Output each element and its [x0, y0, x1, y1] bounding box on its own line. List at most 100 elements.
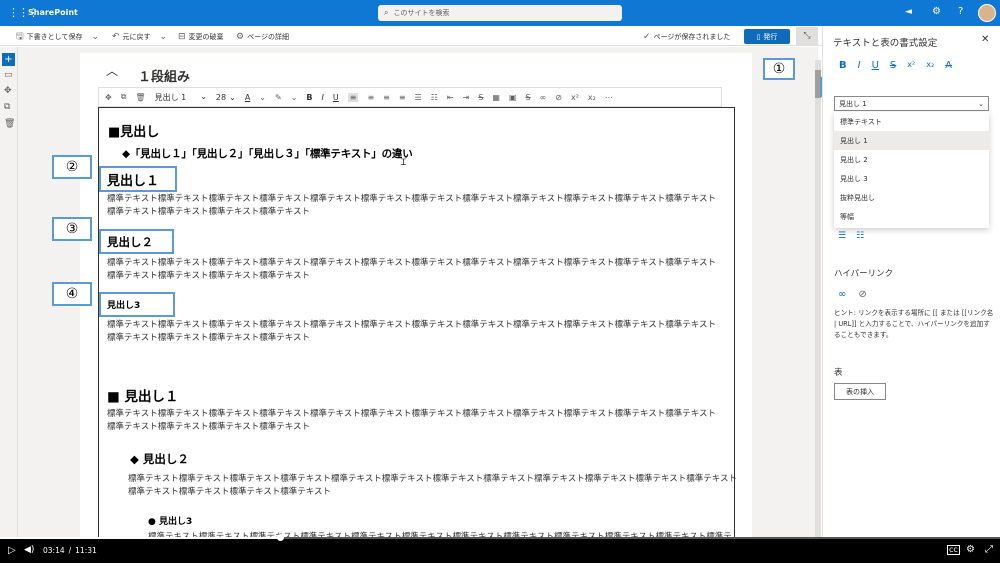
style-dropdown[interactable]: 見出し 1 ⌄	[155, 92, 207, 103]
scrollbar[interactable]	[815, 60, 821, 538]
discard-label: 変更の破棄	[188, 33, 224, 41]
style-value: 見出し 1	[154, 92, 187, 102]
progress-fill	[0, 537, 280, 539]
strikethrough-alt-icon[interactable]: S	[526, 93, 531, 102]
option-heading2[interactable]: 見出し 2	[834, 150, 989, 169]
hyperlink-icons: ∞ ⊘	[838, 289, 867, 300]
align-right-icon[interactable]: ≡	[383, 93, 390, 102]
bullet-list-icon[interactable]: ☰	[838, 231, 846, 241]
save-draft-label: 下書きとして保存	[26, 33, 83, 41]
time-separator: /	[68, 546, 72, 555]
help-icon[interactable]: ?	[958, 6, 963, 17]
superscript-icon[interactable]: x²	[907, 60, 915, 71]
bold-icon[interactable]: B	[839, 60, 847, 71]
option-normal[interactable]: 標準テキスト	[834, 112, 989, 131]
strikethrough-icon[interactable]: S	[478, 93, 483, 102]
font-style-select[interactable]: 見出し 1 ⌄	[834, 96, 989, 111]
suite-header: ⋮⋮⋮ SharePoint ⌕ このサイトを検索 ◄ ⚙ ?	[0, 0, 1000, 26]
chevron-down-icon[interactable]: ⌄	[91, 32, 99, 42]
justify-icon[interactable]: ≡	[399, 93, 406, 102]
video-player-bar: ▷ ◀) 03:14/11:31 cc ⚙ ⤢	[0, 534, 1000, 563]
option-pullquote[interactable]: 抜粋見出し	[834, 188, 989, 207]
subscript-icon[interactable]: x₂	[926, 60, 934, 71]
option-heading3[interactable]: 見出し 3	[834, 169, 989, 188]
highlight-icon[interactable]: ✎	[275, 93, 282, 102]
edit-rail: + ▭ ✥ ⧉ 🗑	[0, 47, 18, 538]
discard-button[interactable]: ⊟ 変更の破棄	[178, 32, 224, 42]
indent-icon[interactable]: ⇥	[463, 93, 470, 102]
duplicate-icon[interactable]: ⧉	[121, 92, 127, 102]
fullscreen-icon[interactable]: ⤢	[985, 544, 993, 555]
move-icon[interactable]: ✥	[105, 93, 112, 102]
callout-h2: 見出し２	[99, 229, 174, 254]
heading-sub: ◆「見出し１」「見出し２」「見出し３」「標準テキスト」の違い	[122, 148, 413, 160]
insert-table-button[interactable]: 表の挿入	[834, 383, 886, 400]
unlink-icon[interactable]: ⊘	[555, 93, 562, 102]
font-style-value: 見出し 1	[839, 99, 867, 108]
collapse-section-icon[interactable]: ︿	[106, 62, 118, 79]
section-title: １段組み	[138, 70, 191, 85]
table-icon[interactable]: ▦	[492, 93, 500, 102]
underline-icon[interactable]: U	[333, 93, 339, 102]
bold-icon[interactable]: B	[306, 93, 312, 102]
volume-icon[interactable]: ◀)	[24, 545, 34, 555]
undo-button[interactable]: ↶ 元に戻す ⌄	[112, 32, 167, 42]
play-icon[interactable]: ▷	[8, 545, 16, 556]
add-section-icon[interactable]: +	[2, 53, 15, 66]
heading1-b: ■ 見出し１	[107, 389, 179, 405]
align-left-icon[interactable]: ≡	[347, 92, 359, 102]
link-icon[interactable]: ∞	[838, 289, 846, 300]
chevron-down-icon: ⌄	[200, 91, 207, 101]
more-icon[interactable]: ⋯	[605, 93, 613, 102]
link-icon[interactable]: ∞	[540, 93, 547, 102]
option-monospace[interactable]: 等幅	[834, 207, 989, 226]
underline-icon[interactable]: U	[872, 60, 879, 71]
settings-gear-icon[interactable]: ⚙	[932, 6, 941, 17]
callout-number-1: ①	[763, 58, 795, 80]
search-box[interactable]: ⌕ このサイトを検索	[378, 5, 622, 21]
close-icon[interactable]: ✕	[981, 34, 989, 45]
progress-handle[interactable]	[277, 534, 284, 541]
size-dropdown[interactable]: 28 ⌄	[216, 93, 236, 102]
italic-icon[interactable]: I	[858, 60, 861, 71]
unlink-icon[interactable]: ⊘	[858, 289, 866, 300]
progress-track[interactable]	[0, 537, 1000, 539]
italic-icon[interactable]: I	[322, 93, 324, 102]
publish-button[interactable]: ▯ 発行	[744, 29, 790, 44]
chevron-down-icon[interactable]: ⌄	[160, 32, 168, 42]
heading-main: ■見出し	[108, 125, 160, 140]
settings-icon[interactable]: ⚙	[966, 544, 975, 555]
collapse-icon[interactable]: ⤡	[796, 27, 818, 45]
rte-toolbar: ✥ ⧉ 🗑 見出し 1 ⌄ 28 ⌄ A ⌄ ✎ ⌄ B I U ≡ ≡ ≡ ≡ ☰ ☷…	[98, 87, 722, 107]
image-icon[interactable]: ▣	[509, 93, 517, 102]
formatting-pane: テキストと表の書式設定 ✕ B I U S x² x₂ A 見出し 1 ⌄ 標準テ…	[822, 26, 1000, 538]
chevron-down-icon: ⌄	[978, 99, 984, 108]
bullet-list-icon[interactable]: ☰	[415, 93, 422, 102]
captions-icon[interactable]: cc	[947, 545, 960, 555]
app-name[interactable]: SharePoint	[28, 8, 78, 17]
superscript-icon[interactable]: x²	[571, 93, 579, 102]
numbered-list-icon[interactable]: ☷	[431, 93, 438, 102]
comment-icon[interactable]: ▭	[4, 71, 13, 80]
chevron-down-icon[interactable]: ⌄	[291, 93, 298, 102]
numbered-list-icon[interactable]: ☷	[856, 231, 864, 241]
hyperlink-label: ハイパーリンク	[834, 269, 894, 279]
delete-icon[interactable]: 🗑	[135, 93, 145, 102]
move-icon[interactable]: ✥	[4, 87, 12, 96]
format-icon-row: B I U S x² x₂ A	[839, 60, 952, 71]
megaphone-icon[interactable]: ◄	[905, 7, 912, 17]
strikethrough-icon[interactable]: S	[890, 60, 896, 71]
align-center-icon[interactable]: ≡	[367, 93, 374, 102]
font-color-icon[interactable]: A	[245, 93, 250, 102]
page-details-button[interactable]: ⚙ ページの詳細	[236, 32, 289, 42]
clear-format-icon[interactable]: A	[945, 60, 952, 71]
avatar[interactable]	[978, 4, 996, 22]
save-draft-button[interactable]: 🖫 下書きとして保存 ⌄	[16, 32, 99, 42]
option-heading1[interactable]: 見出し 1	[834, 131, 989, 150]
chevron-down-icon[interactable]: ⌄	[259, 93, 266, 102]
subscript-icon[interactable]: x₂	[588, 93, 596, 102]
publish-label: 発行	[763, 32, 778, 41]
duplicate-icon[interactable]: ⧉	[4, 103, 10, 112]
outdent-icon[interactable]: ⇤	[447, 93, 454, 102]
delete-icon[interactable]: 🗑	[4, 120, 15, 129]
